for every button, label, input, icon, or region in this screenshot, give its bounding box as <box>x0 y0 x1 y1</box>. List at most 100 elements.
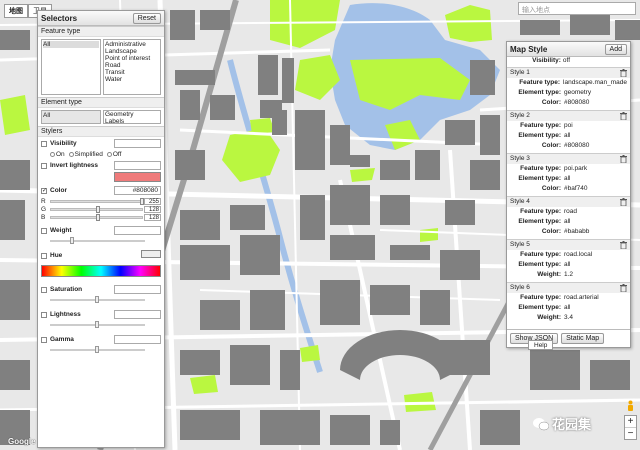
zoom-out-button[interactable]: − <box>625 427 636 439</box>
feature-type-landscape[interactable]: Landscape <box>105 48 159 55</box>
blue-value-field[interactable]: 128 <box>144 213 161 221</box>
element-type-all[interactable]: All <box>43 112 99 119</box>
gamma-checkbox[interactable] <box>41 336 47 343</box>
style-property-value: poi <box>564 122 573 129</box>
zoom-in-button[interactable]: + <box>625 416 636 427</box>
feature-type-transit[interactable]: Transit <box>105 69 159 76</box>
feature-type-poi[interactable]: Point of interest <box>105 55 159 62</box>
style-card-name: Style 2 <box>507 111 630 121</box>
hue-color-picker[interactable] <box>141 250 161 258</box>
map-style-footer: Show JSON Static Map <box>507 329 630 347</box>
red-value-field[interactable]: 255 <box>144 197 161 205</box>
add-style-button[interactable]: Add <box>604 43 627 55</box>
element-type-parent-list[interactable]: All <box>41 110 101 124</box>
style-property-key: Color: <box>541 142 561 149</box>
style-card[interactable]: Style 1 Feature type: landscape.man_made El… <box>507 67 630 110</box>
style-property: Element type: geometry <box>510 88 627 98</box>
feature-type-heading: Feature type <box>38 26 164 37</box>
style-property: Element type: all <box>510 131 627 141</box>
color-swatch[interactable] <box>114 172 161 182</box>
feature-type-administrative[interactable]: Administrative <box>105 41 159 48</box>
element-type-labels[interactable]: Labels <box>105 118 159 125</box>
style-card[interactable]: Style 2 Feature type: poi Element type: all C… <box>507 110 630 153</box>
selectors-title: Selectors <box>41 13 78 23</box>
style-property-key: Weight: <box>537 314 561 321</box>
style-card[interactable]: Style 4 Feature type: road Element type: all… <box>507 196 630 239</box>
blue-slider-knob[interactable] <box>95 213 100 221</box>
weight-slider[interactable] <box>50 237 145 245</box>
color-value-field[interactable]: #808080 <box>114 186 161 195</box>
map-type-map[interactable]: 地图 <box>4 4 28 18</box>
hue-checkbox[interactable] <box>41 252 47 259</box>
zoom-control: + − <box>624 415 637 440</box>
help-button[interactable]: Help <box>528 340 554 350</box>
invert-lightness-field[interactable] <box>114 161 161 170</box>
visibility-on-option[interactable]: On <box>50 151 65 158</box>
feature-type-all[interactable]: All <box>43 41 99 48</box>
style-property-value: 3.4 <box>564 314 574 321</box>
style-property-value: #808080 <box>564 99 590 106</box>
gamma-label: Gamma <box>50 336 74 343</box>
saturation-slider-knob[interactable] <box>95 296 99 303</box>
element-type-child-list[interactable]: Geometry Labels <box>103 110 161 125</box>
lightness-field[interactable] <box>114 310 161 319</box>
gamma-slider[interactable] <box>50 346 145 354</box>
saturation-slider[interactable] <box>50 296 145 304</box>
green-value-field[interactable]: 128 <box>144 205 161 213</box>
feature-type-road[interactable]: Road <box>105 62 159 69</box>
gamma-field[interactable] <box>114 335 161 344</box>
style-property-value: all <box>564 175 571 182</box>
map-search-input[interactable]: 输入地点 <box>518 2 636 15</box>
style-card[interactable]: Style 5 Feature type: road.local Element ty… <box>507 239 630 282</box>
lightness-checkbox[interactable] <box>41 311 47 318</box>
invert-lightness-checkbox[interactable] <box>41 162 47 169</box>
hue-spectrum[interactable] <box>41 265 161 277</box>
feature-type-child-list[interactable]: Administrative Landscape Point of intere… <box>103 39 161 95</box>
weight-slider-knob[interactable] <box>70 237 74 244</box>
style-property: Color: #baf740 <box>510 184 627 194</box>
lightness-slider-knob[interactable] <box>95 321 99 328</box>
color-checkbox[interactable]: ✓ <box>41 187 47 194</box>
style-property-value: road <box>564 208 578 215</box>
saturation-checkbox[interactable] <box>41 286 47 293</box>
style-property-key: Feature type: <box>520 208 561 215</box>
weight-field[interactable] <box>114 226 161 235</box>
green-slider: G 128 <box>38 205 164 213</box>
style-property-key: Feature type: <box>520 294 561 301</box>
trash-icon[interactable] <box>620 284 627 292</box>
pegman-icon[interactable] <box>626 400 635 414</box>
selectors-panel: Selectors Reset Feature type All Adminis… <box>37 10 165 448</box>
visibility-off-option[interactable]: Off <box>106 151 121 158</box>
trash-icon[interactable] <box>620 241 627 249</box>
style-card[interactable]: Style 6 Feature type: road.arterial Element… <box>507 282 630 325</box>
trash-icon[interactable] <box>620 112 627 120</box>
saturation-field[interactable] <box>114 285 161 294</box>
radio-icon <box>68 151 74 157</box>
green-slider-knob[interactable] <box>95 205 100 213</box>
style-property-key: Element type: <box>518 175 561 182</box>
static-map-button[interactable]: Static Map <box>561 333 605 344</box>
style-property-value: all <box>564 218 571 225</box>
feature-type-water[interactable]: Water <box>105 76 159 83</box>
style-property-key: Element type: <box>518 261 561 268</box>
trash-icon[interactable] <box>620 69 627 77</box>
trash-icon[interactable] <box>620 198 627 206</box>
reset-button[interactable]: Reset <box>132 12 161 24</box>
style-card[interactable]: Style 3 Feature type: poi.park Element type… <box>507 153 630 196</box>
lightness-slider[interactable] <box>50 321 145 329</box>
map-style-panel: Map Style Add Visibility: off Style 1 Fea… <box>506 41 631 348</box>
map-style-title: Map Style <box>510 44 548 54</box>
visibility-field[interactable] <box>114 139 161 148</box>
trash-icon[interactable] <box>620 155 627 163</box>
visibility-checkbox[interactable] <box>41 140 47 147</box>
element-type-geometry[interactable]: Geometry <box>105 111 159 118</box>
style-property-value: poi.park <box>564 165 588 172</box>
red-slider: R 255 <box>38 197 164 205</box>
wechat-icon <box>533 417 549 430</box>
style-property-value: landscape.man_made <box>563 79 627 86</box>
gamma-slider-knob[interactable] <box>95 346 99 353</box>
visibility-simplified-option[interactable]: Simplified <box>68 151 103 158</box>
weight-checkbox[interactable] <box>41 227 47 234</box>
feature-type-parent-list[interactable]: All <box>41 39 101 95</box>
feature-type-selector: All Administrative Landscape Point of in… <box>41 39 161 95</box>
